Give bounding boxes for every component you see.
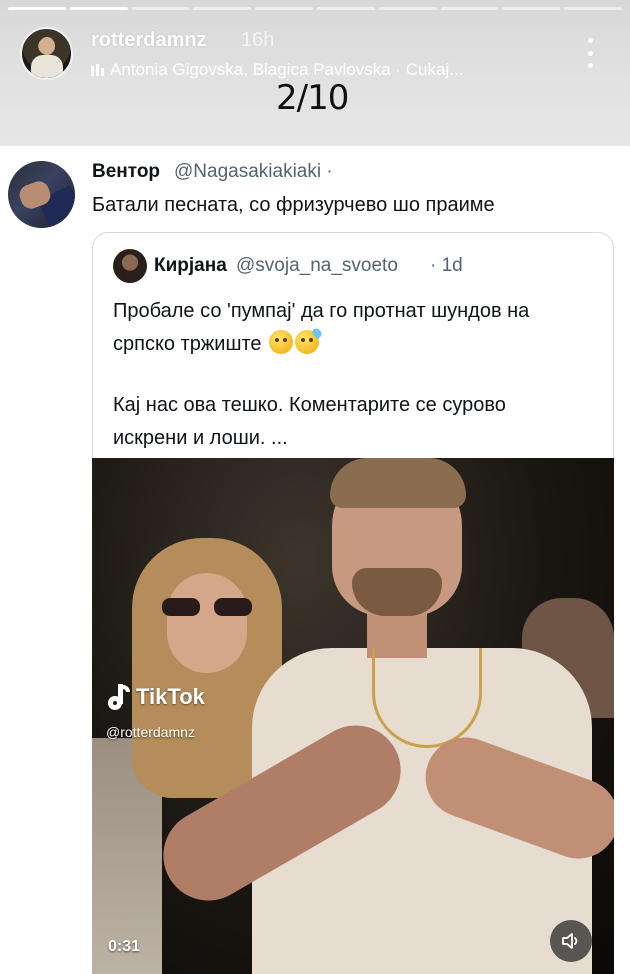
story-progress-segment bbox=[440, 7, 499, 10]
tiktok-watermark: TikTok bbox=[108, 684, 205, 710]
quoted-text-line: Кај нас ова тешко. Коментарите се сурово bbox=[113, 394, 506, 416]
story-username[interactable]: rotterdamnz bbox=[91, 29, 207, 52]
speaker-icon bbox=[562, 933, 578, 949]
page-counter: 2/10 bbox=[276, 78, 349, 118]
tweet-text: Батали песната, со фризурчево шо праиме bbox=[92, 194, 495, 216]
music-bars-icon bbox=[91, 64, 104, 76]
story-header: rotterdamnz 16h Antonia Gigovska, Blagic… bbox=[0, 0, 630, 146]
story-music-info[interactable]: Antonia Gigovska, Blagica Pavlovska · Cu… bbox=[91, 60, 463, 80]
quoted-author-avatar[interactable] bbox=[113, 249, 147, 283]
quoted-author-handle[interactable]: @svoja_na_svoeto bbox=[236, 255, 398, 277]
tweet-author-avatar[interactable] bbox=[8, 161, 75, 228]
tweet-author-handle[interactable]: @Nagasakiakiaki · bbox=[174, 161, 333, 183]
story-progress-segment bbox=[564, 7, 622, 10]
video-duration: 0:31 bbox=[108, 938, 141, 955]
story-progress-segment bbox=[316, 7, 375, 10]
quoted-text-line: Пробале со 'пумпај' да го протнат шундов… bbox=[113, 300, 530, 322]
story-progress-segment bbox=[502, 7, 561, 10]
sweat-smile-emoji-icon bbox=[295, 326, 324, 354]
mute-button[interactable] bbox=[550, 920, 592, 962]
story-progress-bar bbox=[8, 7, 622, 10]
quoted-tweet-text: Пробале со 'пумпај' да го протнат шундов… bbox=[113, 295, 593, 455]
story-avatar[interactable] bbox=[20, 27, 73, 80]
rolling-eyes-emoji-icon bbox=[269, 330, 294, 354]
story-progress-segment bbox=[255, 7, 313, 10]
tiktok-brand: TikTok bbox=[136, 684, 205, 709]
quoted-author-name[interactable]: Кирјана bbox=[154, 255, 227, 277]
tweet-author-name[interactable]: Вентор bbox=[92, 161, 160, 183]
tiktok-watermark-user: @rotterdamnz bbox=[106, 724, 195, 740]
story-progress-segment bbox=[193, 7, 252, 10]
story-timestamp: 16h bbox=[241, 29, 275, 51]
quoted-timestamp: · 1d bbox=[430, 255, 463, 276]
story-music-label: Antonia Gigovska, Blagica Pavlovska · Cu… bbox=[110, 60, 464, 79]
story-progress-segment bbox=[69, 7, 128, 10]
story-progress-segment bbox=[378, 7, 437, 10]
quoted-text-line: искрени и лоши. ... bbox=[113, 427, 288, 449]
embedded-video[interactable]: TikTok @rotterdamnz 0:31 bbox=[92, 458, 614, 974]
story-progress-segment bbox=[131, 7, 190, 10]
quoted-text-line: српско тржиште bbox=[113, 326, 593, 361]
more-vertical-icon[interactable] bbox=[582, 38, 598, 68]
story-progress-segment bbox=[8, 7, 66, 10]
tiktok-logo-icon bbox=[108, 684, 130, 710]
